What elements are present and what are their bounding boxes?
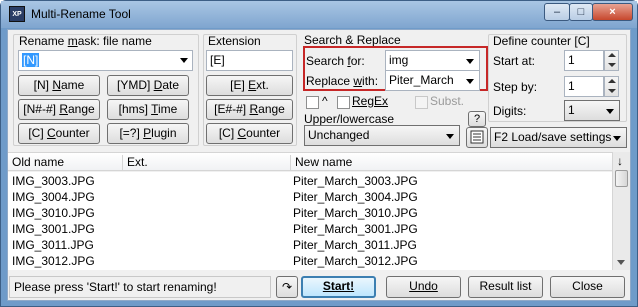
- time-button[interactable]: [hms] Time: [107, 99, 189, 120]
- rename-mask-input[interactable]: [N]: [18, 50, 193, 71]
- app-window: XP Multi-Rename Tool – □ × Rename mask: …: [0, 0, 638, 307]
- ext-counter-button[interactable]: [C] Counter: [206, 123, 293, 144]
- result-list-button[interactable]: Result list: [468, 276, 543, 298]
- caret-label: ^: [322, 94, 328, 108]
- ext-button[interactable]: [E] Ext.: [206, 75, 293, 96]
- title-bar[interactable]: XP Multi-Rename Tool – □ ×: [1, 1, 637, 28]
- minimize-button[interactable]: –: [544, 3, 570, 21]
- search-for-label: Search for:: [306, 54, 365, 68]
- settings-list-icon: [470, 130, 484, 144]
- digits-combo[interactable]: 1: [564, 100, 620, 121]
- regex-checkbox[interactable]: [337, 96, 350, 109]
- list-item[interactable]: IMG_3001.JPG Piter_March_3001.JPG: [8, 221, 612, 237]
- window-title: Multi-Rename Tool: [31, 7, 131, 21]
- load-save-settings-combo[interactable]: F2 Load/save settings: [490, 127, 627, 148]
- undo-icon-button[interactable]: ↷: [276, 276, 298, 298]
- vertical-scrollbar[interactable]: ↓: [612, 152, 630, 270]
- subst-label: Subst.: [430, 94, 465, 108]
- redo-arrow-icon: ↷: [281, 280, 293, 294]
- file-list-header: Old name Ext. New name: [8, 152, 612, 171]
- regex-label: RegEx: [352, 94, 389, 108]
- digits-label: Digits:: [493, 104, 527, 118]
- status-text: Please press 'Start!' to start renaming!: [9, 276, 271, 298]
- step-by-label: Step by:: [493, 80, 538, 94]
- settings-icon-button[interactable]: [466, 127, 488, 148]
- scroll-down-icon[interactable]: [617, 260, 625, 265]
- extension-input[interactable]: [E]: [206, 50, 293, 71]
- file-list[interactable]: IMG_3003.JPG Piter_March_3003.JPG IMG_300…: [8, 172, 612, 270]
- app-icon: XP: [9, 6, 25, 22]
- extension-label: Extension: [208, 34, 261, 48]
- case-combo[interactable]: Unchanged: [304, 125, 460, 146]
- replace-with-label: Replace with:: [306, 74, 379, 88]
- sort-arrow-icon[interactable]: ↓: [617, 154, 623, 168]
- search-for-combo[interactable]: img: [385, 50, 480, 71]
- list-item[interactable]: IMG_3004.JPG Piter_March_3004.JPG: [8, 189, 612, 205]
- list-item[interactable]: IMG_3011.JPG Piter_March_3011.JPG: [8, 237, 612, 253]
- step-by-input[interactable]: 1: [564, 76, 604, 97]
- caret-checkbox[interactable]: [306, 96, 319, 109]
- case-label: Upper/lowercase: [304, 112, 395, 126]
- scrollbar-thumb[interactable]: [615, 170, 628, 187]
- help-button[interactable]: ?: [468, 111, 486, 127]
- col-old-name[interactable]: Old name: [8, 155, 122, 170]
- rename-mask-label: Rename mask: file name: [19, 34, 152, 48]
- client-area: Rename mask: file name [N] [N] Name [YMD…: [7, 29, 631, 301]
- replace-with-combo[interactable]: Piter_March: [385, 70, 480, 91]
- start-at-label: Start at:: [493, 54, 536, 68]
- subst-checkbox[interactable]: [415, 96, 428, 109]
- start-at-input[interactable]: 1: [564, 50, 604, 71]
- list-item[interactable]: IMG_3003.JPG Piter_March_3003.JPG: [8, 173, 612, 189]
- col-new-name[interactable]: New name: [290, 155, 612, 170]
- start-at-spinner[interactable]: [604, 50, 619, 71]
- date-button[interactable]: [YMD] Date: [107, 75, 189, 96]
- close-button[interactable]: Close: [550, 276, 625, 298]
- search-replace-label: Search & Replace: [304, 33, 401, 47]
- maximize-button[interactable]: □: [569, 3, 593, 21]
- range-button[interactable]: [N#-#] Range: [18, 99, 100, 120]
- counter-button[interactable]: [C] Counter: [18, 123, 100, 144]
- ext-range-button[interactable]: [E#-#] Range: [206, 99, 293, 120]
- plugin-button[interactable]: [=?] Plugin: [107, 123, 189, 144]
- list-item[interactable]: IMG_3012.JPG Piter_March_3012.JPG: [8, 253, 612, 269]
- name-button[interactable]: [N] Name: [18, 75, 100, 96]
- start-button[interactable]: Start!: [301, 276, 376, 298]
- col-ext[interactable]: Ext.: [122, 155, 290, 170]
- undo-button[interactable]: Undo: [386, 276, 461, 298]
- counter-label: Define counter [C]: [493, 34, 590, 48]
- close-window-button[interactable]: ×: [592, 3, 633, 21]
- list-item[interactable]: IMG_3010.JPG Piter_March_3010.JPG: [8, 205, 612, 221]
- step-by-spinner[interactable]: [604, 76, 619, 97]
